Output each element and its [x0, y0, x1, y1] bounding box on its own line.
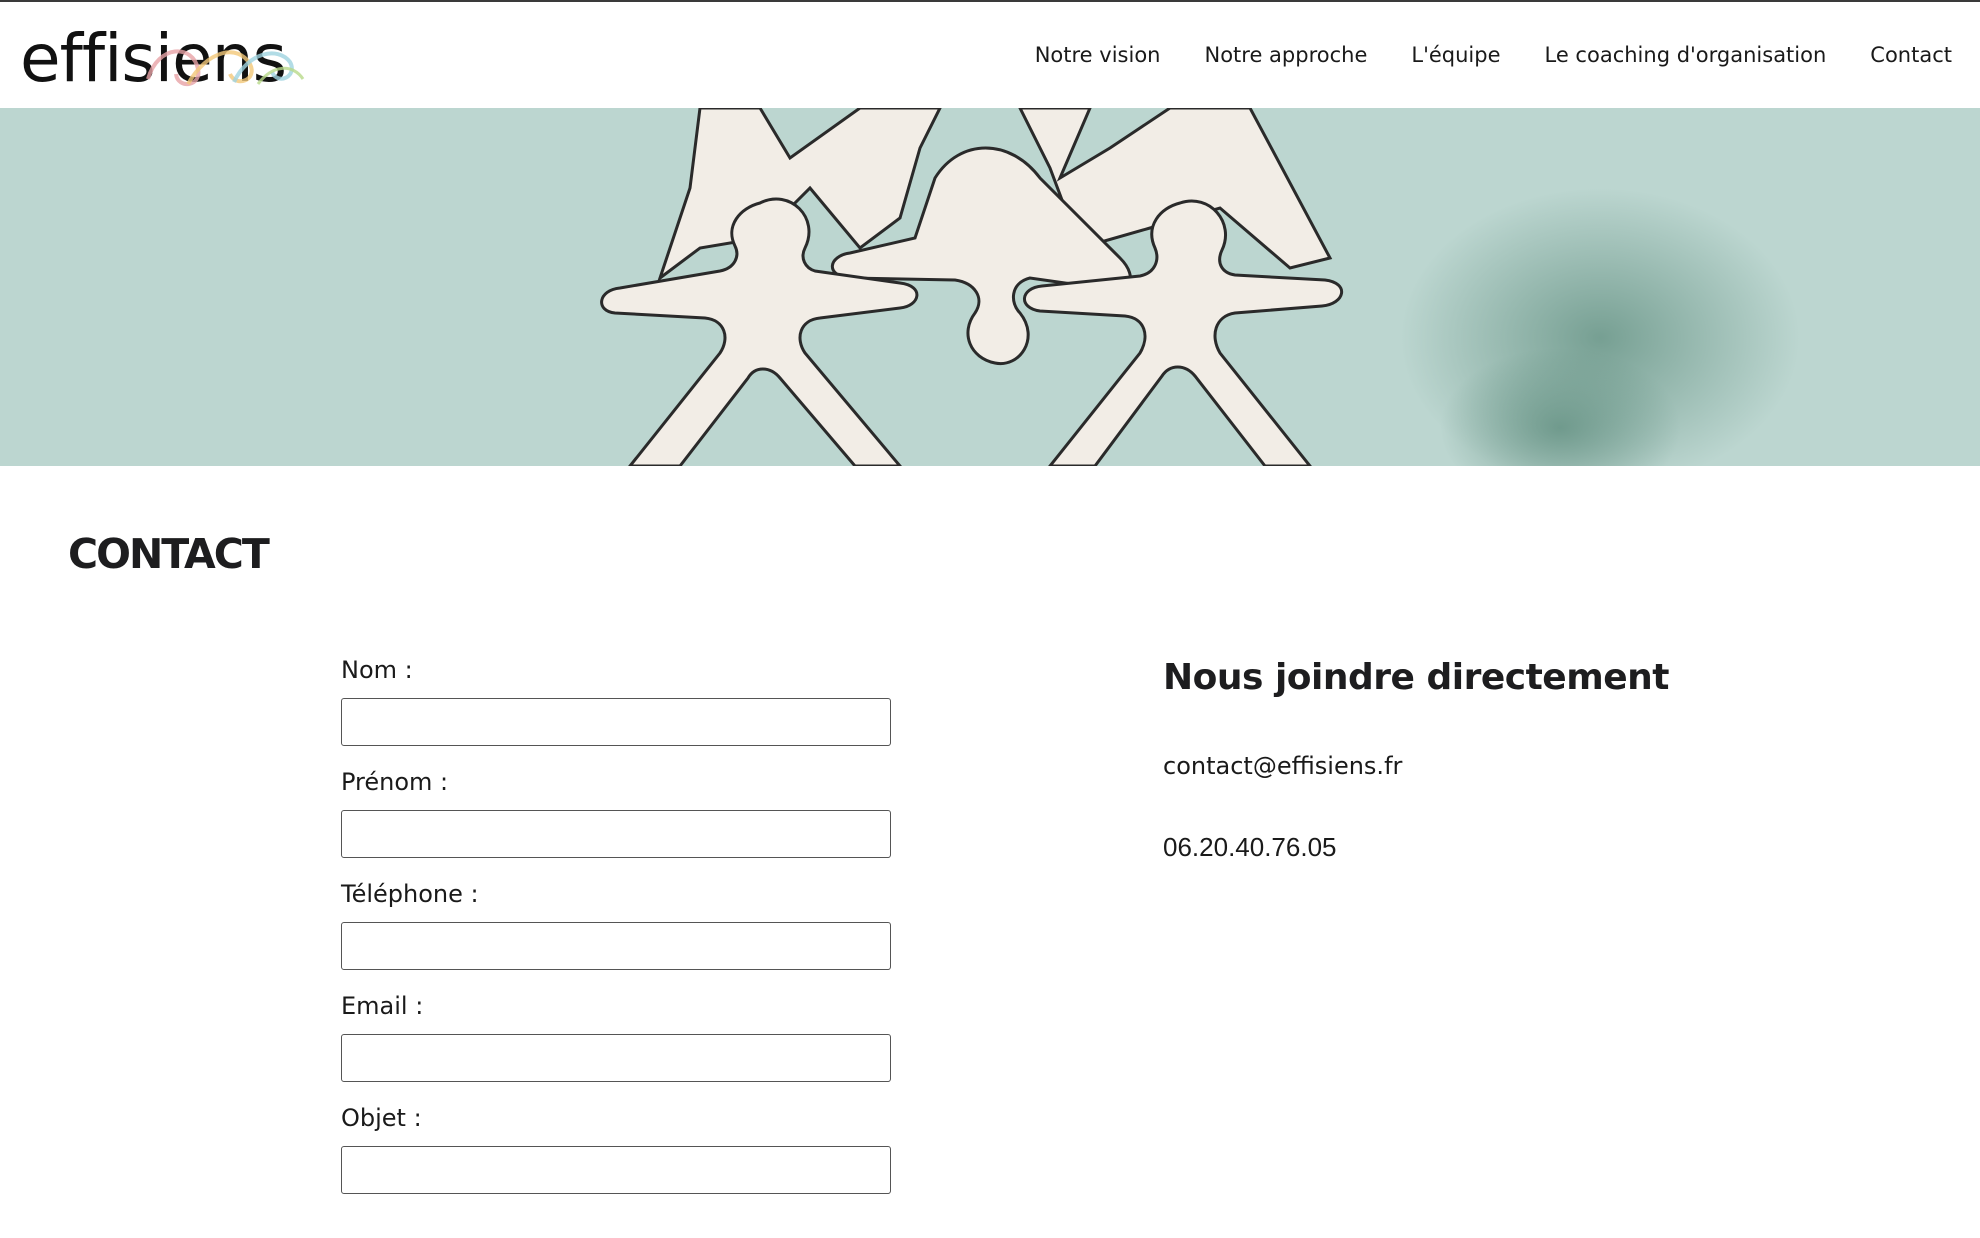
nav-contact[interactable]: Contact: [1870, 43, 1952, 67]
site-header: effisiens Notre vision Notre approche L'…: [0, 2, 1980, 108]
swirl-logo-icon: [146, 49, 305, 86]
prenom-input[interactable]: [341, 810, 891, 858]
nav-notre-approche[interactable]: Notre approche: [1204, 43, 1367, 67]
email-input[interactable]: [341, 1034, 891, 1082]
objet-input[interactable]: [341, 1146, 891, 1194]
telephone-input[interactable]: [341, 922, 891, 970]
form-field-email: Email :: [341, 991, 893, 1082]
site-logo[interactable]: effisiens: [20, 24, 305, 94]
main-nav: Notre vision Notre approche L'équipe Le …: [991, 2, 1952, 108]
objet-label: Objet :: [341, 1104, 422, 1132]
puzzle-people-image: [0, 108, 1980, 466]
page-title: CONTACT: [68, 530, 270, 578]
form-field-prenom: Prénom :: [341, 767, 893, 858]
direct-contact-section: Nous joindre directement contact@effisie…: [1163, 650, 1863, 863]
telephone-label: Téléphone :: [341, 880, 479, 908]
direct-contact-heading: Nous joindre directement: [1163, 657, 1669, 698]
email-label: Email :: [341, 992, 424, 1020]
prenom-label: Prénom :: [341, 768, 449, 796]
nav-coaching-organisation[interactable]: Le coaching d'organisation: [1545, 43, 1827, 67]
nav-notre-vision[interactable]: Notre vision: [1035, 43, 1161, 67]
contact-form: Nom : Prénom : Téléphone : Email : Objet…: [341, 655, 893, 1215]
nom-input[interactable]: [341, 698, 891, 746]
contact-phone: 06.20.40.76.05: [1163, 832, 1337, 862]
hero-banner: [0, 108, 1980, 466]
form-field-objet: Objet :: [341, 1103, 893, 1194]
form-field-nom: Nom :: [341, 655, 893, 746]
contact-email-link[interactable]: contact@effisiens.fr: [1163, 752, 1863, 780]
nom-label: Nom :: [341, 656, 413, 684]
nav-equipe[interactable]: L'équipe: [1411, 43, 1500, 67]
form-field-telephone: Téléphone :: [341, 879, 893, 970]
